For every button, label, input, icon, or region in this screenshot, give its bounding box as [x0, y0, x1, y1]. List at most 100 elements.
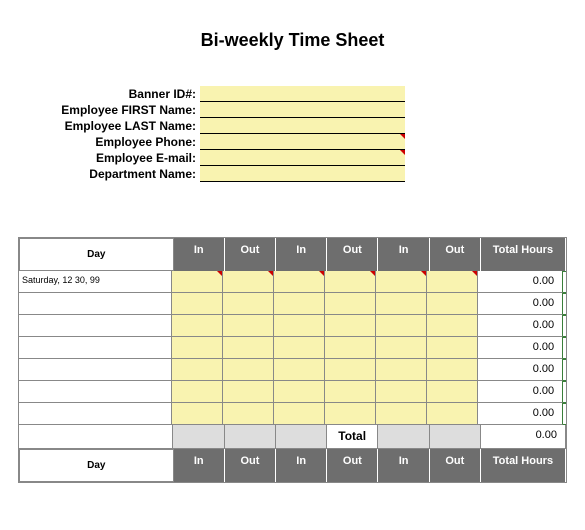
cell-out-3[interactable]: [427, 359, 478, 381]
cell-in-2[interactable]: [274, 359, 325, 381]
cell-out-1[interactable]: [223, 337, 274, 359]
table-row: 0.00: [19, 381, 566, 403]
field-email[interactable]: [200, 150, 405, 166]
cell-in-3[interactable]: [376, 403, 427, 425]
cell-out-2[interactable]: [325, 403, 376, 425]
table-row: Saturday, 12 30, 99 0.00: [19, 271, 566, 293]
header-out-3: Out: [430, 449, 481, 482]
summary-total-label: Total: [327, 425, 378, 449]
cell-in-3[interactable]: [376, 337, 427, 359]
label-department: Department Name:: [25, 166, 200, 182]
header-out-2: Out: [327, 238, 378, 271]
header-out-2: Out: [327, 449, 378, 482]
summary-blank: [378, 425, 429, 449]
cell-out-3[interactable]: [427, 271, 478, 293]
cell-total: 0.00: [478, 381, 563, 403]
cell-out-1[interactable]: [223, 271, 274, 293]
cell-in-1[interactable]: [172, 293, 223, 315]
cell-out-1[interactable]: [223, 315, 274, 337]
cell-out-2[interactable]: [325, 315, 376, 337]
header-in-3: In: [378, 238, 429, 271]
cell-in-3[interactable]: [376, 315, 427, 337]
header-row-top: Day In Out In Out In Out Total Hours: [19, 238, 566, 271]
cell-in-2[interactable]: [274, 271, 325, 293]
summary-blank: [430, 425, 481, 449]
cell-in-1[interactable]: [172, 315, 223, 337]
label-phone: Employee Phone:: [25, 134, 200, 150]
cell-out-1[interactable]: [223, 293, 274, 315]
cell-out-2[interactable]: [325, 359, 376, 381]
cell-total: 0.00: [478, 315, 563, 337]
cell-out-2[interactable]: [325, 271, 376, 293]
cell-day[interactable]: [19, 315, 172, 337]
cell-in-2[interactable]: [274, 315, 325, 337]
cell-out-3[interactable]: [427, 337, 478, 359]
summary-total-value: 0.00: [481, 425, 566, 449]
cell-out-3[interactable]: [427, 403, 478, 425]
cell-in-2[interactable]: [274, 381, 325, 403]
field-last-name[interactable]: [200, 118, 405, 134]
employee-info: Banner ID#: Employee FIRST Name: Employe…: [25, 86, 575, 182]
cell-in-2[interactable]: [274, 337, 325, 359]
cell-in-1[interactable]: [172, 403, 223, 425]
cell-out-3[interactable]: [427, 381, 478, 403]
header-in-1: In: [174, 238, 225, 271]
summary-blank-day: [19, 425, 173, 449]
cell-total: 0.00: [478, 403, 563, 425]
header-in-1: In: [174, 449, 225, 482]
header-row-bottom: Day In Out In Out In Out Total Hours: [19, 449, 566, 482]
cell-in-1[interactable]: [172, 271, 223, 293]
field-first-name[interactable]: [200, 102, 405, 118]
cell-out-3[interactable]: [427, 315, 478, 337]
header-out-1: Out: [225, 449, 276, 482]
cell-day[interactable]: [19, 337, 172, 359]
cell-out-1[interactable]: [223, 359, 274, 381]
cell-in-2[interactable]: [274, 293, 325, 315]
header-total: Total Hours: [481, 238, 566, 271]
cell-out-2[interactable]: [325, 293, 376, 315]
label-email: Employee E-mail:: [25, 150, 200, 166]
header-day: Day: [19, 238, 174, 271]
cell-day[interactable]: Saturday, 12 30, 99: [19, 271, 172, 293]
cell-day[interactable]: [19, 293, 172, 315]
table-row: 0.00: [19, 359, 566, 381]
field-department[interactable]: [200, 166, 405, 182]
cell-total: 0.00: [478, 271, 563, 293]
cell-in-2[interactable]: [274, 403, 325, 425]
cell-day[interactable]: [19, 381, 172, 403]
label-first-name: Employee FIRST Name:: [25, 102, 200, 118]
cell-in-1[interactable]: [172, 337, 223, 359]
cell-in-1[interactable]: [172, 381, 223, 403]
summary-blank: [173, 425, 224, 449]
field-banner-id[interactable]: [200, 86, 405, 102]
field-phone[interactable]: [200, 134, 405, 150]
summary-row: Total 0.00: [19, 425, 566, 449]
cell-total: 0.00: [478, 293, 563, 315]
label-last-name: Employee LAST Name:: [25, 118, 200, 134]
cell-in-3[interactable]: [376, 271, 427, 293]
cell-in-3[interactable]: [376, 293, 427, 315]
cell-in-3[interactable]: [376, 381, 427, 403]
timesheet-grid: Day In Out In Out In Out Total Hours Sat…: [18, 237, 567, 483]
header-in-2: In: [276, 449, 327, 482]
table-row: 0.00: [19, 293, 566, 315]
label-banner-id: Banner ID#:: [25, 86, 200, 102]
cell-in-1[interactable]: [172, 359, 223, 381]
summary-blank: [225, 425, 276, 449]
header-out-1: Out: [225, 238, 276, 271]
cell-out-1[interactable]: [223, 403, 274, 425]
cell-in-3[interactable]: [376, 359, 427, 381]
header-day: Day: [19, 449, 174, 482]
cell-total: 0.00: [478, 337, 563, 359]
header-in-3: In: [378, 449, 429, 482]
table-row: 0.00: [19, 403, 566, 425]
cell-out-2[interactable]: [325, 337, 376, 359]
cell-out-1[interactable]: [223, 381, 274, 403]
cell-out-3[interactable]: [427, 293, 478, 315]
sheet-title: Bi-weekly Time Sheet: [10, 30, 575, 51]
header-out-3: Out: [430, 238, 481, 271]
cell-day[interactable]: [19, 359, 172, 381]
table-row: 0.00: [19, 337, 566, 359]
cell-day[interactable]: [19, 403, 172, 425]
cell-out-2[interactable]: [325, 381, 376, 403]
